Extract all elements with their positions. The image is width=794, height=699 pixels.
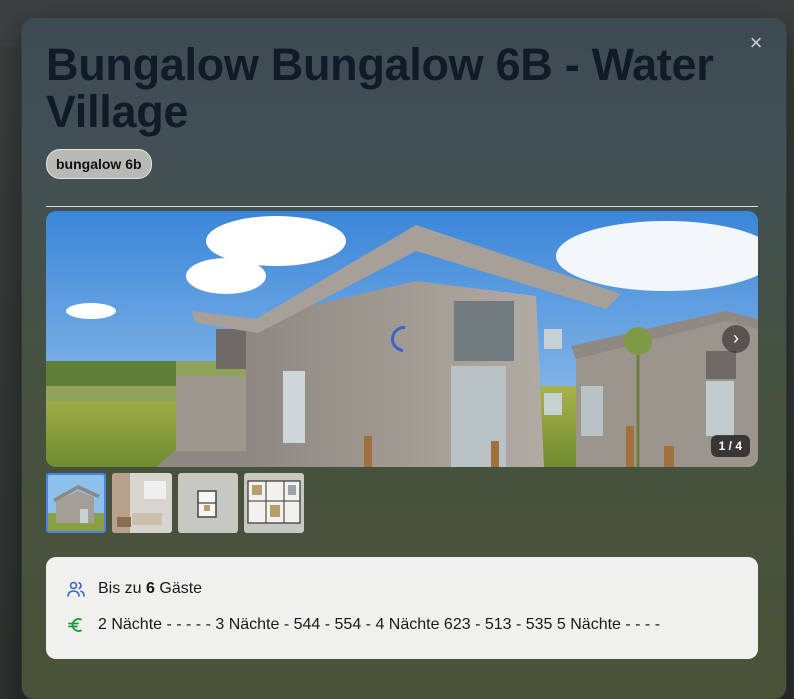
photo-gallery[interactable]: › 1 / 4 (46, 211, 758, 467)
unit-tag: bungalow 6b (46, 149, 152, 179)
image-counter: 1 / 4 (710, 435, 750, 457)
euro-icon (66, 615, 86, 635)
property-info-card: Bis zu 6 Gäste 2 Nächte - - - - - 3 Näch… (46, 557, 758, 659)
thumbnail-living-room[interactable] (112, 473, 172, 533)
thumbnail-floorplan-small[interactable] (178, 473, 238, 533)
thumbnail-floorplan-full[interactable] (244, 473, 304, 533)
divider (46, 206, 758, 207)
prices-row: 2 Nächte - - - - - 3 Nächte - 544 - 554 … (66, 615, 660, 635)
users-icon (66, 579, 86, 599)
prices-text: 2 Nächte - - - - - 3 Nächte - 544 - 554 … (98, 616, 661, 633)
close-icon[interactable]: × (746, 32, 766, 54)
property-modal: × Bungalow Bungalow 6B - Water Village b… (22, 19, 786, 699)
guests-text: Bis zu 6 Gäste (98, 580, 203, 597)
guests-row: Bis zu 6 Gäste (66, 579, 202, 599)
page-title: Bungalow Bungalow 6B - Water Village (46, 39, 714, 137)
next-image-button[interactable]: › (722, 325, 750, 353)
thumbnail-exterior[interactable] (46, 473, 106, 533)
thumbnail-strip (46, 473, 304, 533)
